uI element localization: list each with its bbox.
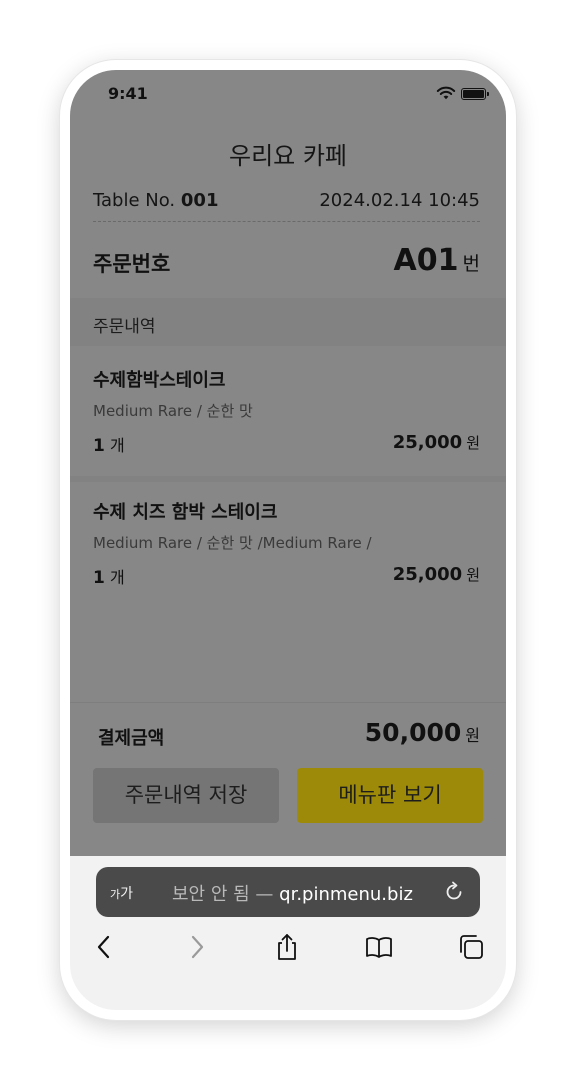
- item-price: 25,000 원: [393, 432, 480, 453]
- status-time: 9:41: [108, 84, 148, 103]
- battery-tip: [487, 92, 489, 96]
- order-number: A01 번: [394, 243, 480, 278]
- total-value: 50,000: [364, 718, 462, 747]
- address-bar[interactable]: 가가 보안 안 됨 — qr.pinmenu.biz: [96, 867, 480, 917]
- url-text[interactable]: 보안 안 됨 — qr.pinmenu.biz: [172, 880, 413, 906]
- item-price-currency: 원: [466, 434, 480, 452]
- status-bar: 9:41: [70, 70, 506, 118]
- order-number-label: 주문번호: [93, 252, 171, 276]
- order-datetime: 2024.02.14 10:45: [319, 190, 480, 211]
- item-separator: [70, 476, 506, 482]
- dashed-divider: [93, 221, 480, 222]
- save-order-button[interactable]: 주문내역 저장: [93, 768, 279, 823]
- order-details-header: 주문내역: [70, 298, 506, 346]
- text-size-small: 가: [110, 888, 121, 901]
- cafe-name: 우리요 카페: [228, 142, 348, 170]
- table-number: Table No. 001: [93, 190, 218, 211]
- share-icon[interactable]: [272, 932, 302, 962]
- table-value: 001: [180, 190, 219, 211]
- forward-icon[interactable]: [182, 932, 212, 962]
- total-divider: [70, 702, 506, 703]
- item-qty-value: 1: [93, 568, 105, 588]
- item-quantity: 1 개: [93, 564, 125, 588]
- total-currency: 원: [465, 726, 480, 745]
- item-price-currency: 원: [466, 566, 480, 584]
- reload-icon[interactable]: [442, 880, 466, 904]
- item-qty-unit: 개: [109, 568, 125, 587]
- phone-screen: 9:41 우리요 카페 Table No. 001 2024.02.14 10:…: [70, 70, 506, 1010]
- total-label: 결제금액: [98, 728, 165, 749]
- item-price-value: 25,000: [392, 432, 463, 453]
- item-options: Medium Rare / 순한 맛: [93, 402, 253, 420]
- text-size-large: 가: [120, 886, 134, 902]
- item-name: 수제함박스테이크: [93, 370, 226, 391]
- text-size-button[interactable]: 가가: [110, 883, 133, 903]
- back-icon[interactable]: [90, 932, 120, 962]
- item-options: Medium Rare / 순한 맛 /Medium Rare /: [93, 534, 372, 552]
- item-price: 25,000 원: [393, 564, 480, 585]
- order-details-label: 주문내역: [93, 317, 156, 337]
- table-label: Table No.: [93, 190, 176, 211]
- item-qty-value: 1: [93, 436, 105, 456]
- item-price-value: 25,000: [392, 564, 463, 585]
- battery-icon: [461, 88, 486, 100]
- item-quantity: 1 개: [93, 432, 125, 456]
- item-name: 수제 치즈 함박 스테이크: [93, 502, 278, 523]
- total-amount: 50,000 원: [365, 718, 480, 747]
- url-domain: qr.pinmenu.biz: [279, 884, 413, 905]
- wifi-icon: [436, 86, 456, 100]
- order-receipt-page: 9:41 우리요 카페 Table No. 001 2024.02.14 10:…: [70, 70, 506, 856]
- order-number-unit: 번: [462, 253, 480, 275]
- view-menu-button[interactable]: 메뉴판 보기: [297, 768, 483, 823]
- bookmarks-icon[interactable]: [364, 932, 394, 962]
- phone-frame: 9:41 우리요 카페 Table No. 001 2024.02.14 10:…: [60, 60, 516, 1020]
- order-number-value: A01: [393, 243, 459, 278]
- security-warning: 보안 안 됨 —: [172, 884, 274, 905]
- item-qty-unit: 개: [109, 436, 125, 455]
- tabs-icon[interactable]: [456, 932, 486, 962]
